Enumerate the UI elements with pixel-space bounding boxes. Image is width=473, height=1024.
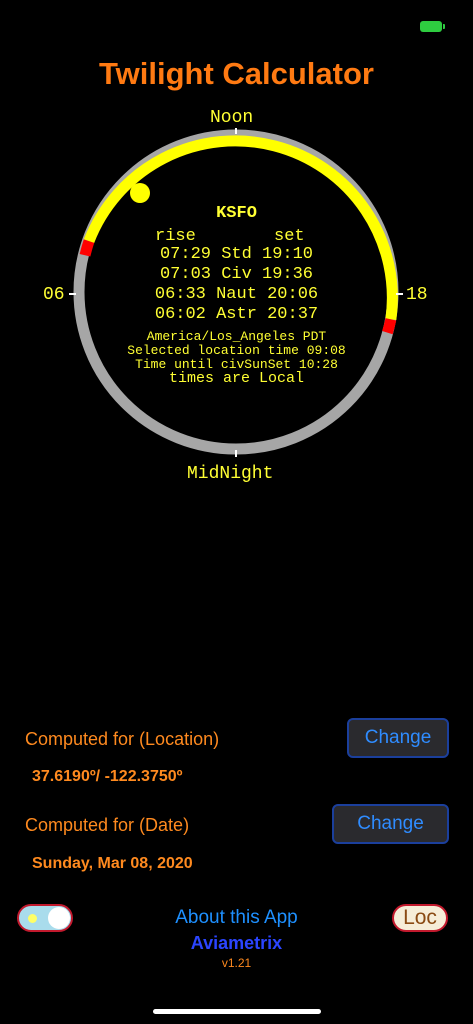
version-label: v1.21 [221,956,252,970]
app-title: Twilight Calculator [99,56,374,91]
set-header: set [274,227,305,246]
computed-date: Sunday, Mar 08, 2020 [32,855,193,872]
twilight-dial: Noon MidNight 06 18 KSFO rise set 07:29 … [0,100,473,490]
times-note: times are Local [168,370,305,387]
location-coordinates: 37.6190º/ -122.3750º [32,768,183,785]
brand-name: Aviametrix [190,933,283,953]
station-id: KSFO [216,204,257,223]
location-label: Computed for (Location) [25,729,220,749]
battery-charging-icon [420,21,445,32]
midnight-label: MidNight [187,464,274,484]
std-row: 07:29 Std 19:10 [159,245,314,264]
rise-header: rise [155,227,196,246]
timezone-label: America/Los_Angeles PDT [146,329,327,344]
date-label: Computed for (Date) [25,815,190,835]
change-location-button[interactable]: Change [347,718,449,758]
naut-row: 06:33 Naut 20:06 [154,285,319,304]
noon-label: Noon [210,108,254,128]
selected-time-label: Selected location time 09:08 [127,343,346,358]
astr-row: 06:02 Astr 20:37 [154,305,319,324]
sun-position-icon [130,183,150,203]
change-date-button[interactable]: Change [332,804,449,844]
civ-row: 07:03 Civ 19:36 [159,265,314,284]
loc-button[interactable]: Loc [392,904,448,932]
home-indicator[interactable] [153,1009,321,1014]
